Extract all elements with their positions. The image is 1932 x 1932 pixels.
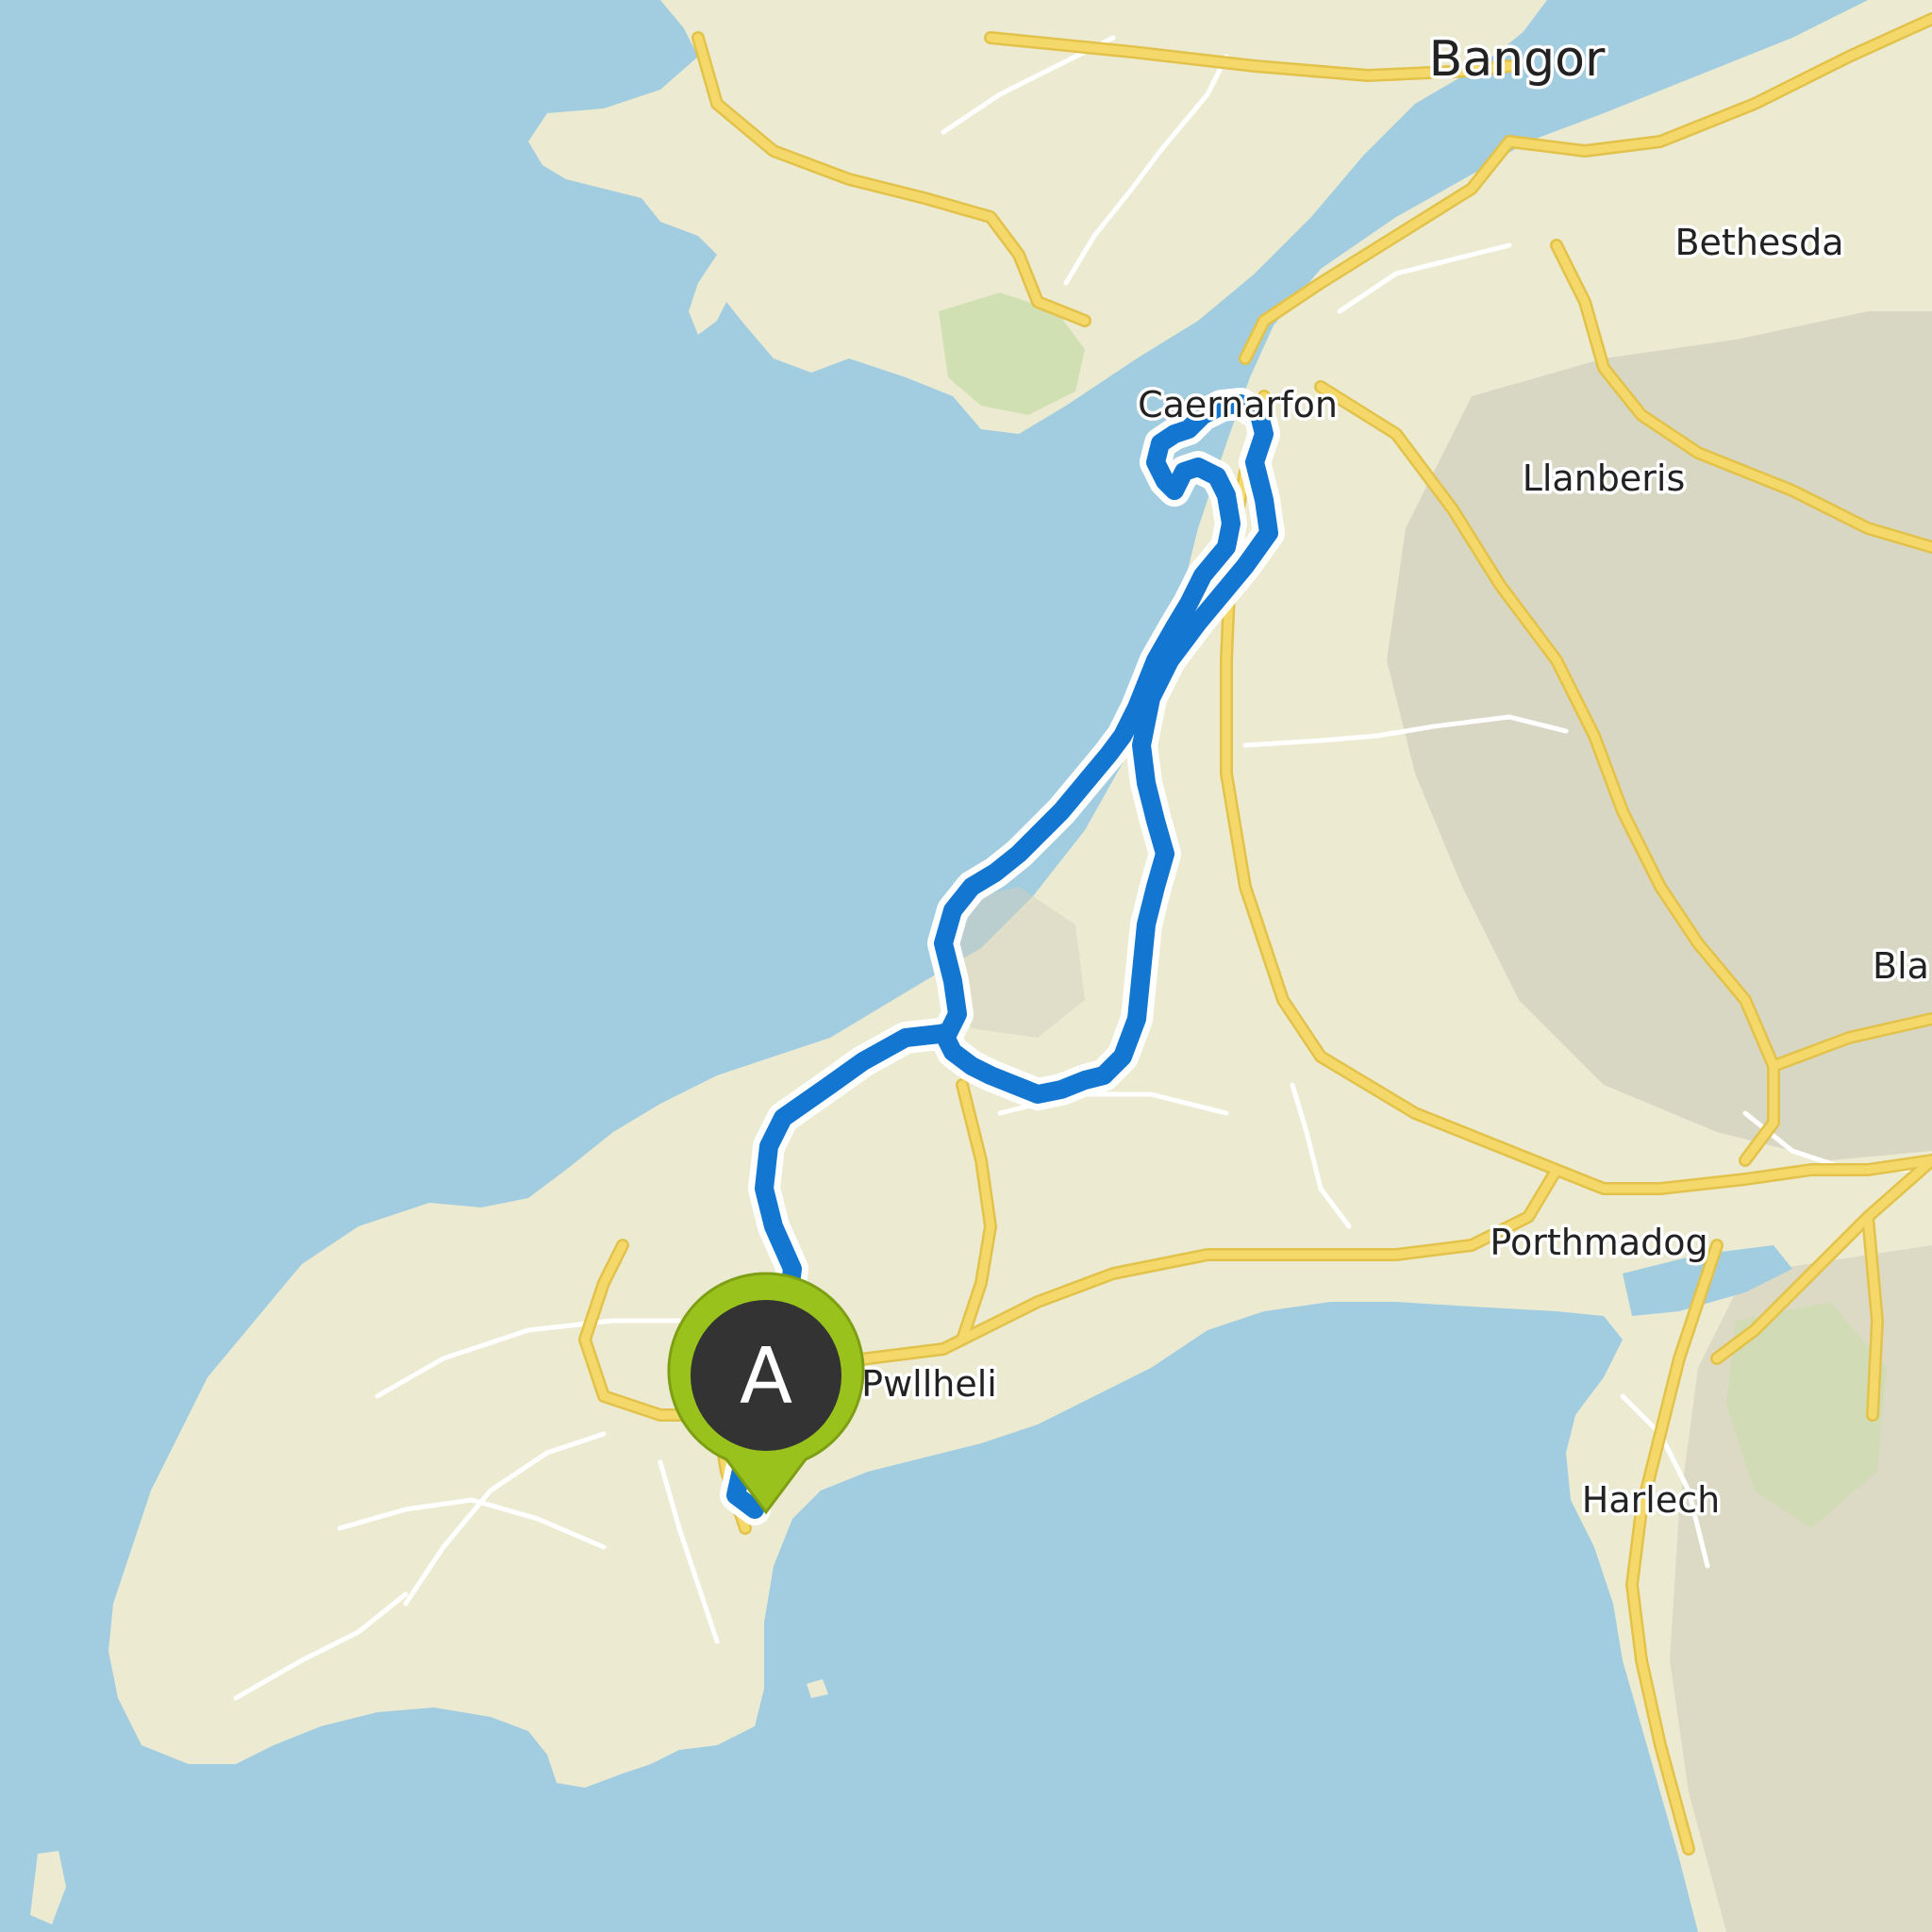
place-label-porthmadog: Porthmadog — [1490, 1222, 1707, 1263]
place-label-harlech: Harlech — [1582, 1479, 1720, 1521]
place-label-caernarfon: Caernarfon — [1138, 384, 1338, 425]
place-label-bethesda: Bethesda — [1674, 222, 1843, 263]
place-label-llanberis: Llanberis — [1523, 458, 1686, 499]
map-view[interactable]: Bangor Bethesda Caernarfon Llanberis Bla… — [0, 0, 1932, 1932]
marker-letter: A — [740, 1332, 792, 1422]
place-label-bla: Bla — [1873, 945, 1929, 987]
place-label-pwllheli: Pwllheli — [861, 1363, 997, 1405]
place-label-bangor: Bangor — [1429, 31, 1606, 88]
map-canvas[interactable]: Bangor Bethesda Caernarfon Llanberis Bla… — [0, 0, 1932, 1932]
